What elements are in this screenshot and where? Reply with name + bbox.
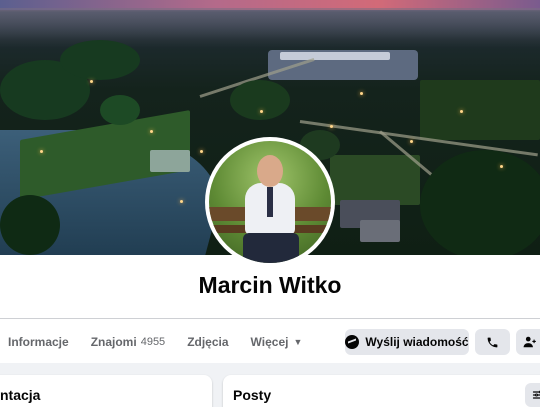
cover-light	[180, 200, 183, 203]
divider	[0, 318, 540, 319]
cover-court	[150, 150, 190, 172]
tab-label: Informacje	[8, 335, 69, 349]
tab-wiecej[interactable]: Więcej ▼	[240, 326, 314, 358]
call-button[interactable]	[475, 329, 510, 355]
filter-icon	[532, 390, 540, 399]
cover-light	[260, 110, 263, 113]
cover-tree	[230, 80, 290, 120]
cover-light	[40, 150, 43, 153]
cover-tree	[420, 150, 540, 255]
profile-tabs: Informacje Znajomi 4955 Zdjęcia Więcej ▼	[0, 326, 313, 358]
avatar	[209, 141, 331, 263]
cover-light	[90, 80, 93, 83]
tab-znajomi[interactable]: Znajomi 4955	[80, 326, 177, 358]
send-message-label: Wyślij wiadomość	[365, 335, 469, 349]
avatar-head	[257, 155, 283, 187]
cover-field-right	[420, 80, 540, 140]
send-message-button[interactable]: Wyślij wiadomość	[345, 329, 469, 355]
cover-tree	[100, 95, 140, 125]
tab-label: Zdjęcia	[187, 335, 229, 349]
filter-button[interactable]	[525, 383, 540, 407]
cover-park-right	[330, 155, 420, 205]
intro-card: ntacja	[0, 375, 212, 407]
profile-name: Marcin Witko	[198, 272, 342, 298]
avatar-tie	[267, 187, 273, 217]
cover-light	[410, 140, 413, 143]
cover-light	[460, 110, 463, 113]
caret-down-icon: ▼	[293, 337, 303, 347]
tab-label: Więcej	[250, 335, 289, 349]
tab-informacje[interactable]: Informacje	[0, 326, 80, 358]
friends-count: 4955	[140, 336, 166, 348]
tab-zdjecia[interactable]: Zdjęcia	[176, 326, 239, 358]
posts-card-title: Posty	[233, 387, 272, 403]
add-friend-icon	[523, 336, 536, 348]
cover-light	[500, 165, 503, 168]
intro-card-title: ntacja	[0, 387, 41, 403]
profile-picture[interactable]	[205, 137, 335, 267]
cover-light	[330, 125, 333, 128]
messenger-icon	[345, 335, 360, 349]
avatar-legs	[243, 233, 299, 263]
cover-light	[360, 92, 363, 95]
posts-card: Posty	[223, 375, 540, 407]
cover-roof-2	[360, 220, 400, 242]
cover-light	[150, 130, 153, 133]
cover-building-roof	[280, 52, 390, 60]
tab-label: Znajomi	[90, 335, 137, 349]
cover-tree	[60, 40, 140, 80]
cover-tree	[0, 195, 60, 255]
phone-icon	[487, 337, 498, 347]
cover-light	[200, 150, 203, 153]
add-friend-button[interactable]	[516, 329, 540, 355]
